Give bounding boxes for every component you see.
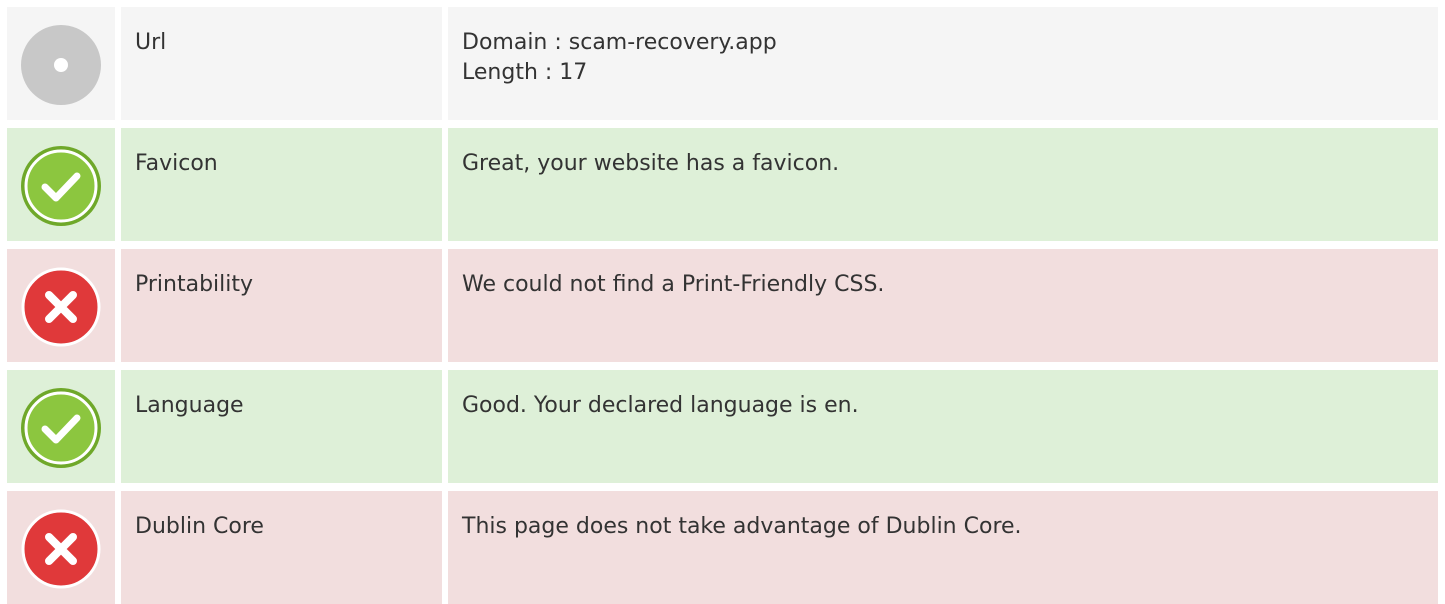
- cross-icon: [19, 507, 103, 591]
- report-row-language: Language Good. Your declared language is…: [7, 370, 1438, 483]
- row-label-cell: Favicon: [121, 128, 442, 241]
- url-length-text: Length : 17: [462, 60, 588, 85]
- row-value-text: Good. Your declared language is en.: [462, 393, 859, 418]
- row-value-cell: This page does not take advantage of Dub…: [448, 491, 1438, 604]
- row-value-text: We could not find a Print-Friendly CSS.: [462, 272, 885, 297]
- report-row-favicon: Favicon Great, your website has a favico…: [7, 128, 1438, 241]
- status-cell: [7, 370, 115, 483]
- row-label: Printability: [135, 272, 254, 297]
- status-cell: [7, 249, 115, 362]
- cross-icon: [19, 265, 103, 349]
- report-row-url: Url Domain : scam-recovery.app Length : …: [7, 7, 1438, 120]
- url-domain-text: Domain : scam-recovery.app: [462, 30, 777, 55]
- row-label-cell: Printability: [121, 249, 442, 362]
- row-value-cell: We could not find a Print-Friendly CSS.: [448, 249, 1438, 362]
- check-icon: [19, 386, 103, 470]
- status-cell: [7, 128, 115, 241]
- neutral-dot-icon: [19, 23, 103, 107]
- row-label: Favicon: [135, 151, 218, 176]
- report-row-dublin-core: Dublin Core This page does not take adva…: [7, 491, 1438, 604]
- seo-report-table: Url Domain : scam-recovery.app Length : …: [0, 0, 1445, 604]
- row-label: Language: [135, 393, 244, 418]
- row-value-text: Great, your website has a favicon.: [462, 151, 840, 176]
- row-value-cell: Good. Your declared language is en.: [448, 370, 1438, 483]
- report-row-printability: Printability We could not find a Print-F…: [7, 249, 1438, 362]
- row-label-cell: Language: [121, 370, 442, 483]
- status-cell: [7, 7, 115, 120]
- check-icon: [19, 144, 103, 228]
- row-label: Dublin Core: [135, 514, 264, 539]
- status-cell: [7, 491, 115, 604]
- row-value-cell: Great, your website has a favicon.: [448, 128, 1438, 241]
- row-label-cell: Dublin Core: [121, 491, 442, 604]
- row-value-text: This page does not take advantage of Dub…: [462, 514, 1022, 539]
- row-label: Url: [135, 30, 167, 55]
- row-value-cell: Domain : scam-recovery.app Length : 17: [448, 7, 1438, 120]
- row-label-cell: Url: [121, 7, 442, 120]
